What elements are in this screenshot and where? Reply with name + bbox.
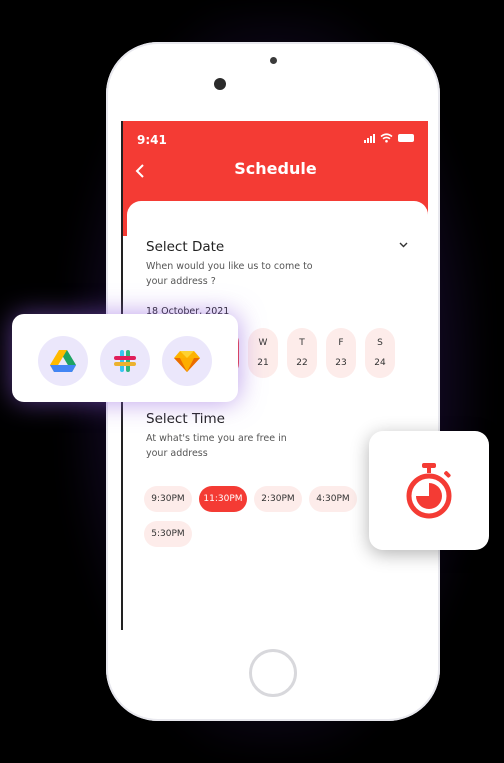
day-weekday: S (377, 338, 383, 348)
time-slot[interactable]: 9:30PM (144, 486, 192, 512)
day-pill[interactable]: T 22 (287, 328, 317, 378)
sketch-button[interactable] (162, 336, 212, 386)
home-button[interactable] (249, 649, 297, 697)
time-slot[interactable]: 4:30PM (309, 486, 357, 512)
google-drive-icon (50, 349, 76, 372)
day-weekday: T (299, 338, 305, 348)
date-dropdown-toggle[interactable] (399, 238, 408, 251)
day-pill[interactable]: F 23 (326, 328, 356, 378)
select-date-subtitle: When would you like us to come to your a… (146, 261, 313, 287)
day-weekday: F (338, 338, 344, 348)
schedule-card: Select Date When would you like us to co… (127, 201, 428, 630)
slack-icon (114, 350, 136, 372)
day-pill[interactable]: W 21 (248, 328, 278, 378)
signal-icon (364, 133, 375, 143)
day-date: 23 (335, 358, 347, 368)
status-time: 9:41 (137, 133, 167, 147)
slack-button[interactable] (100, 336, 150, 386)
page-title: Schedule (234, 159, 317, 178)
day-date: 21 (257, 358, 269, 368)
time-slot[interactable]: 2:30PM (254, 486, 302, 512)
status-icons (364, 133, 414, 143)
day-date: 24 (374, 358, 386, 368)
phone-camera (214, 78, 226, 90)
sketch-icon (174, 350, 200, 372)
integrations-card (12, 314, 238, 402)
select-time-title: Select Time (146, 411, 225, 427)
chevron-down-icon (399, 242, 408, 248)
day-weekday: W (258, 338, 268, 348)
day-pill[interactable]: S 24 (365, 328, 395, 378)
time-slot[interactable]: 5:30PM (144, 521, 192, 547)
timer-card (369, 431, 489, 550)
select-time-subtitle: At what's time you are free in your addr… (146, 433, 287, 459)
google-drive-button[interactable] (38, 336, 88, 386)
stopwatch-icon (406, 462, 452, 518)
wifi-icon (380, 133, 393, 143)
time-slot-selected[interactable]: 11:30PM (199, 486, 247, 512)
phone-sensor (270, 57, 277, 64)
battery-icon (398, 134, 414, 142)
day-date: 22 (296, 358, 308, 368)
select-date-title: Select Date (146, 239, 225, 255)
